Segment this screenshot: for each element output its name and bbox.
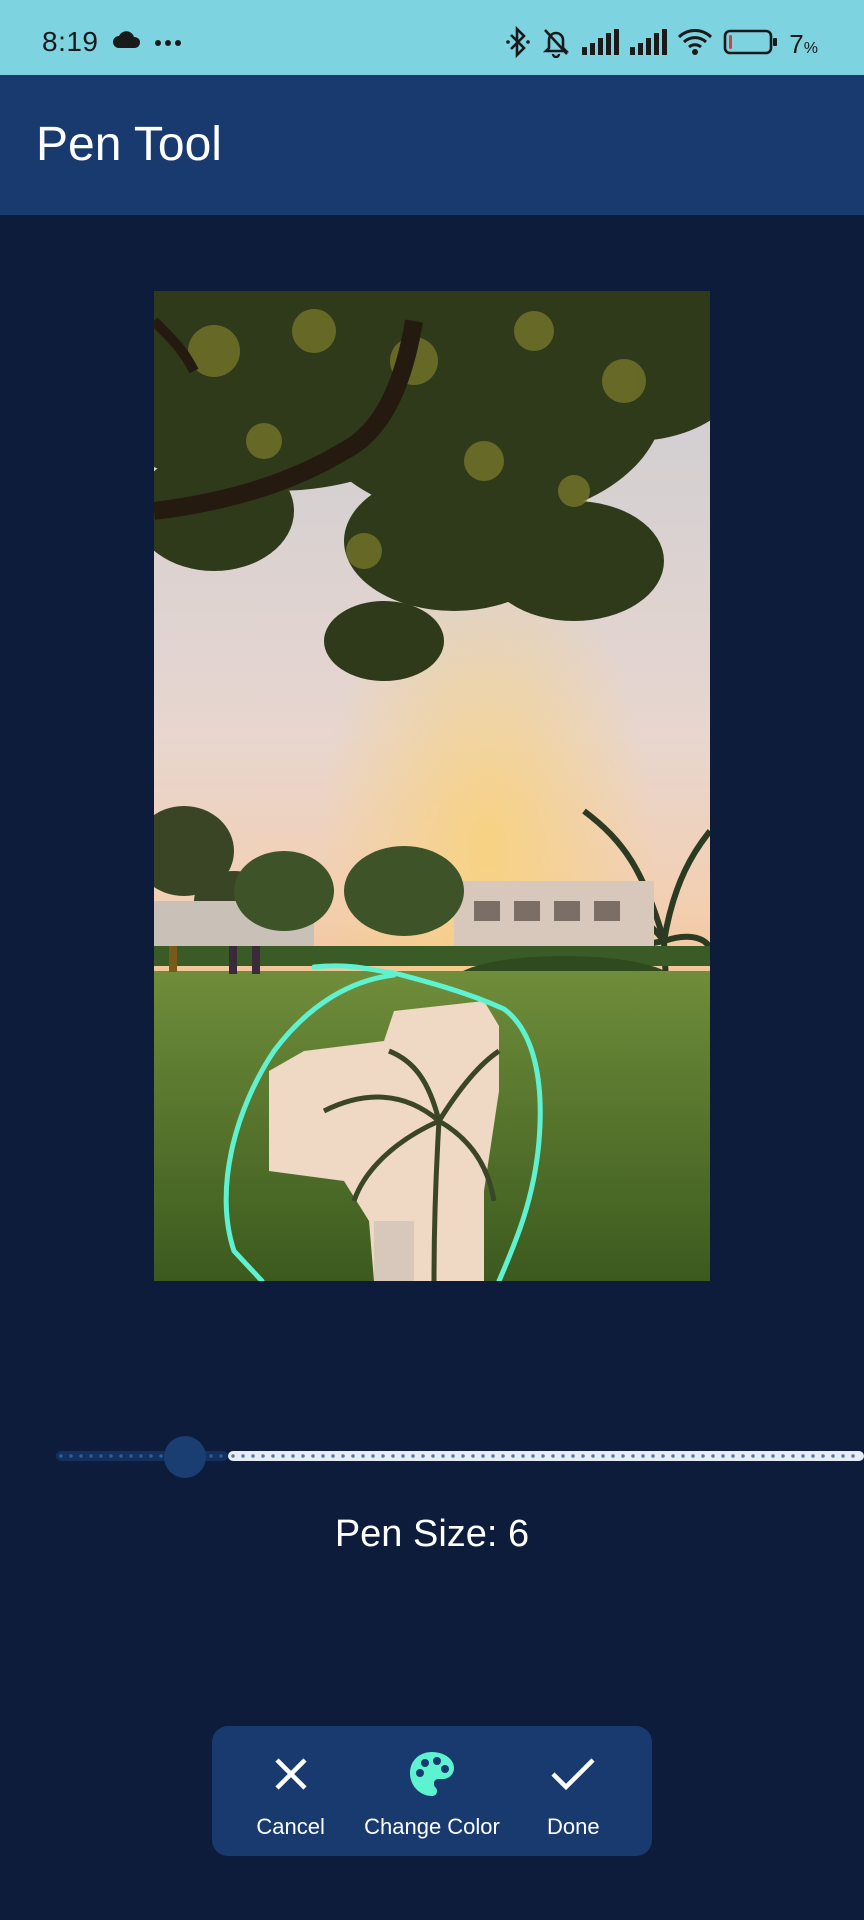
battery-percent: 7% (789, 29, 818, 59)
change-color-button[interactable]: Change Color (364, 1726, 500, 1856)
slider-thumb[interactable] (164, 1436, 207, 1478)
photo-image (154, 291, 710, 1281)
status-left-icons (112, 30, 182, 55)
page-title: Pen Tool (36, 118, 222, 171)
palette-icon (406, 1748, 458, 1800)
signal-icon (629, 29, 668, 60)
cancel-button[interactable]: Cancel (223, 1726, 359, 1856)
cancel-label: Cancel (256, 1814, 325, 1839)
status-time: 8:19 (42, 26, 99, 57)
bluetooth-icon (505, 25, 531, 63)
more-dots-icon (154, 34, 182, 52)
check-icon (547, 1748, 599, 1800)
status-right-icons: 7% (505, 25, 818, 63)
cloud-icon (112, 30, 142, 55)
signal-icon (581, 29, 620, 60)
app-bar: Pen Tool (0, 75, 864, 215)
change-color-label: Change Color (364, 1814, 500, 1839)
drawing-canvas[interactable] (154, 291, 710, 1281)
done-button[interactable]: Done (505, 1726, 641, 1856)
close-icon (265, 1748, 317, 1800)
pen-size-label: Pen Size: 6 (334, 1513, 530, 1555)
battery-icon (723, 28, 779, 61)
wifi-icon (677, 28, 713, 61)
slider-ticks-inactive (228, 1454, 858, 1458)
bottom-toolbar: Cancel Change Color Done (212, 1726, 652, 1856)
done-label: Done (547, 1814, 600, 1839)
bell-off-icon (541, 26, 571, 63)
pen-size-slider[interactable] (52, 1436, 864, 1478)
status-bar: 8:19 7% (0, 0, 864, 75)
